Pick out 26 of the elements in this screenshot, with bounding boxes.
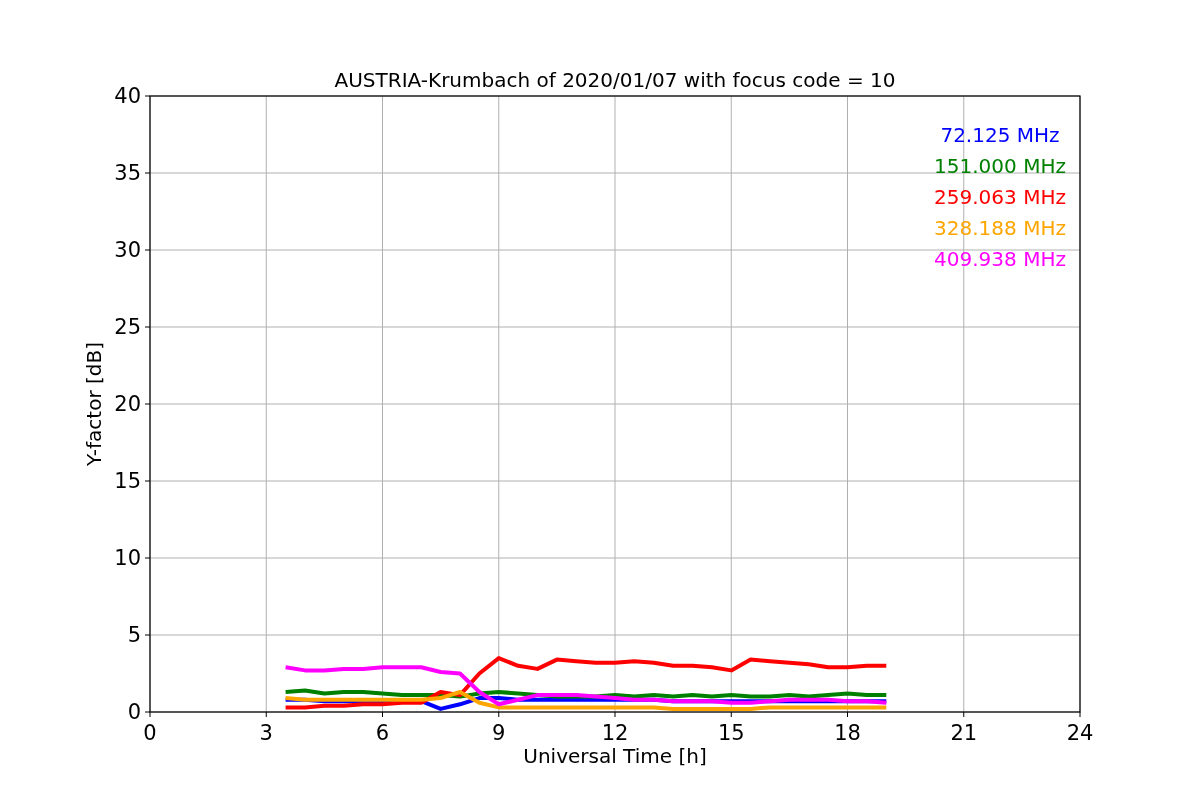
x-tick-label: 24 [1066,721,1094,745]
y-tick-label: 40 [114,84,141,108]
y-tick-label: 30 [114,238,141,262]
x-tick-label: 0 [143,721,157,745]
x-tick-label: 6 [375,721,390,745]
y-tick-label: 20 [114,392,141,416]
x-tick-label: 3 [259,721,273,745]
x-tick-label: 12 [601,721,629,745]
legend-label: 328.188 MHz [934,216,1066,240]
y-tick-label: 25 [114,315,141,339]
x-tick-label: 21 [950,721,978,745]
y-axis-label: Y-factor [dB] [82,342,106,466]
y-tick-label: 0 [127,700,141,724]
x-axis-label: Universal Time [h] [523,744,707,768]
legend-label: 259.063 MHz [934,185,1066,209]
y-tick-label: 5 [127,623,141,647]
x-tick-label: 15 [717,721,745,745]
x-tick-label: 9 [492,721,506,745]
x-tick-label: 18 [834,721,861,745]
legend-label: 72.125 MHz [940,123,1060,147]
chart-title: AUSTRIA-Krumbach of 2020/01/07 with focus code = 10 [334,68,896,92]
legend-label: 409.938 MHz [934,247,1066,271]
legend-label: 151.000 MHz [934,154,1066,178]
y-tick-label: 35 [114,161,141,185]
y-tick-label: 15 [114,469,141,493]
y-tick-label: 10 [114,546,141,570]
